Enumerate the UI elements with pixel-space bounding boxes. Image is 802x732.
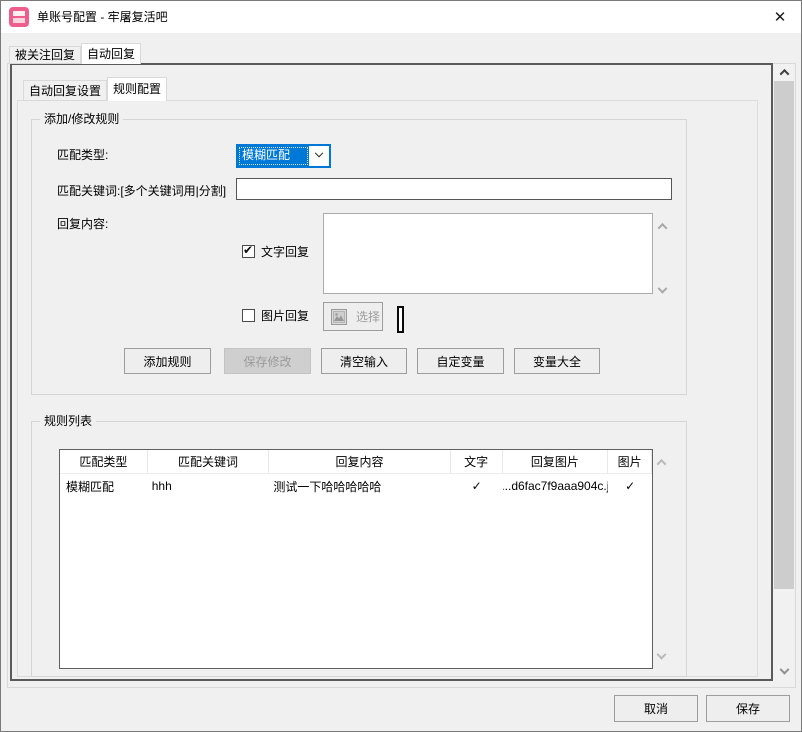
- scrollbar-thumb[interactable]: [774, 81, 794, 589]
- col-text[interactable]: 文字: [451, 450, 503, 474]
- image-reply-checkbox[interactable]: [242, 309, 255, 322]
- choose-image-button[interactable]: 选择: [323, 302, 383, 331]
- image-icon: [331, 309, 347, 325]
- choose-button-label: 选择: [356, 308, 380, 325]
- save-edit-button[interactable]: 保存修改: [224, 348, 311, 374]
- clear-input-button[interactable]: 清空输入: [321, 348, 407, 374]
- tab-auto-reply[interactable]: 自动回复: [81, 43, 141, 64]
- col-reply-content[interactable]: 回复内容: [269, 450, 450, 474]
- table-scroll-down[interactable]: [658, 650, 665, 664]
- dropdown-selected: 模糊匹配: [238, 146, 309, 166]
- group-rule-list: 规则列表 匹配类型 匹配关键词 回复内容 文字 回复图片 图片 模糊匹配 hhh…: [31, 421, 687, 677]
- cancel-button[interactable]: 取消: [614, 695, 698, 722]
- chevron-up-icon: [658, 223, 668, 233]
- col-keywords[interactable]: 匹配关键词: [148, 450, 270, 474]
- keywords-input[interactable]: [236, 178, 672, 200]
- textarea-scroll-down[interactable]: [659, 284, 666, 298]
- dropdown-arrow[interactable]: [309, 146, 329, 166]
- cell-image-check: ✓: [608, 474, 652, 498]
- dropdown-value: 模糊匹配: [239, 147, 308, 165]
- title-bar: 单账号配置 - 牢屠复活吧 ✕: [1, 1, 801, 33]
- chevron-down-icon: [658, 284, 668, 294]
- group-title: 添加/修改规则: [40, 111, 123, 128]
- tab-rule-config[interactable]: 规则配置: [107, 77, 167, 101]
- group-add-edit-rule: 添加/修改规则 匹配类型: 模糊匹配 匹配关键词:[多个关键词用|分割] 回复内…: [31, 119, 687, 395]
- tab-followed-reply[interactable]: 被关注回复: [9, 46, 81, 64]
- text-reply-label[interactable]: 文字回复: [261, 244, 309, 260]
- text-reply-checkbox[interactable]: [242, 245, 255, 258]
- col-image[interactable]: 图片: [608, 450, 652, 474]
- keywords-label: 匹配关键词:[多个关键词用|分割]: [57, 183, 226, 199]
- close-icon: ✕: [774, 8, 787, 26]
- cell-reply-content: 测试一下哈哈哈哈哈: [269, 474, 450, 498]
- add-rule-button[interactable]: 添加规则: [124, 348, 211, 374]
- app-icon: [9, 7, 29, 27]
- chevron-up-icon: [657, 459, 667, 469]
- match-type-label: 匹配类型:: [57, 147, 108, 163]
- chevron-down-icon: [657, 650, 667, 660]
- save-button[interactable]: 保存: [706, 695, 790, 722]
- match-type-dropdown[interactable]: 模糊匹配: [236, 144, 331, 168]
- group-title: 规则列表: [40, 413, 96, 430]
- cell-text-check: ✓: [451, 474, 503, 498]
- cell-match-type: 模糊匹配: [60, 474, 148, 498]
- window-title: 单账号配置 - 牢屠复活吧: [37, 1, 168, 33]
- cell-keywords: hhh: [148, 474, 270, 498]
- custom-variable-button[interactable]: 自定变量: [417, 348, 504, 374]
- tab-auto-reply-settings[interactable]: 自动回复设置: [23, 80, 107, 101]
- chevron-down-icon: [779, 665, 789, 675]
- close-button[interactable]: ✕: [761, 1, 799, 33]
- col-reply-image[interactable]: 回复图片: [503, 450, 609, 474]
- textarea-scroll-up[interactable]: [659, 219, 666, 233]
- scroll-up-button[interactable]: [774, 64, 794, 81]
- table-row[interactable]: 模糊匹配 hhh 测试一下哈哈哈哈哈 ✓ ...d6fac7f9aaa904c.…: [60, 474, 652, 498]
- chevron-up-icon: [779, 69, 789, 79]
- col-match-type[interactable]: 匹配类型: [60, 450, 148, 474]
- chevron-down-icon: [315, 149, 323, 157]
- table-scroll-up[interactable]: [658, 455, 665, 469]
- scroll-down-button[interactable]: [774, 664, 794, 681]
- image-preview-bar: [397, 306, 404, 333]
- dialog-window: 单账号配置 - 牢屠复活吧 ✕ 被关注回复 自动回复 自动回复设置 规则配置 添…: [0, 0, 802, 732]
- cell-reply-image: ...d6fac7f9aaa904c.j: [503, 474, 609, 498]
- vertical-scrollbar[interactable]: [774, 64, 794, 681]
- variable-list-button[interactable]: 变量大全: [514, 348, 600, 374]
- rules-table: 匹配类型 匹配关键词 回复内容 文字 回复图片 图片 模糊匹配 hhh 测试一下…: [59, 449, 653, 669]
- reply-content-textarea[interactable]: [323, 213, 653, 294]
- table-header-row: 匹配类型 匹配关键词 回复内容 文字 回复图片 图片: [60, 450, 652, 474]
- image-reply-label[interactable]: 图片回复: [261, 308, 309, 324]
- reply-content-label: 回复内容:: [57, 216, 108, 232]
